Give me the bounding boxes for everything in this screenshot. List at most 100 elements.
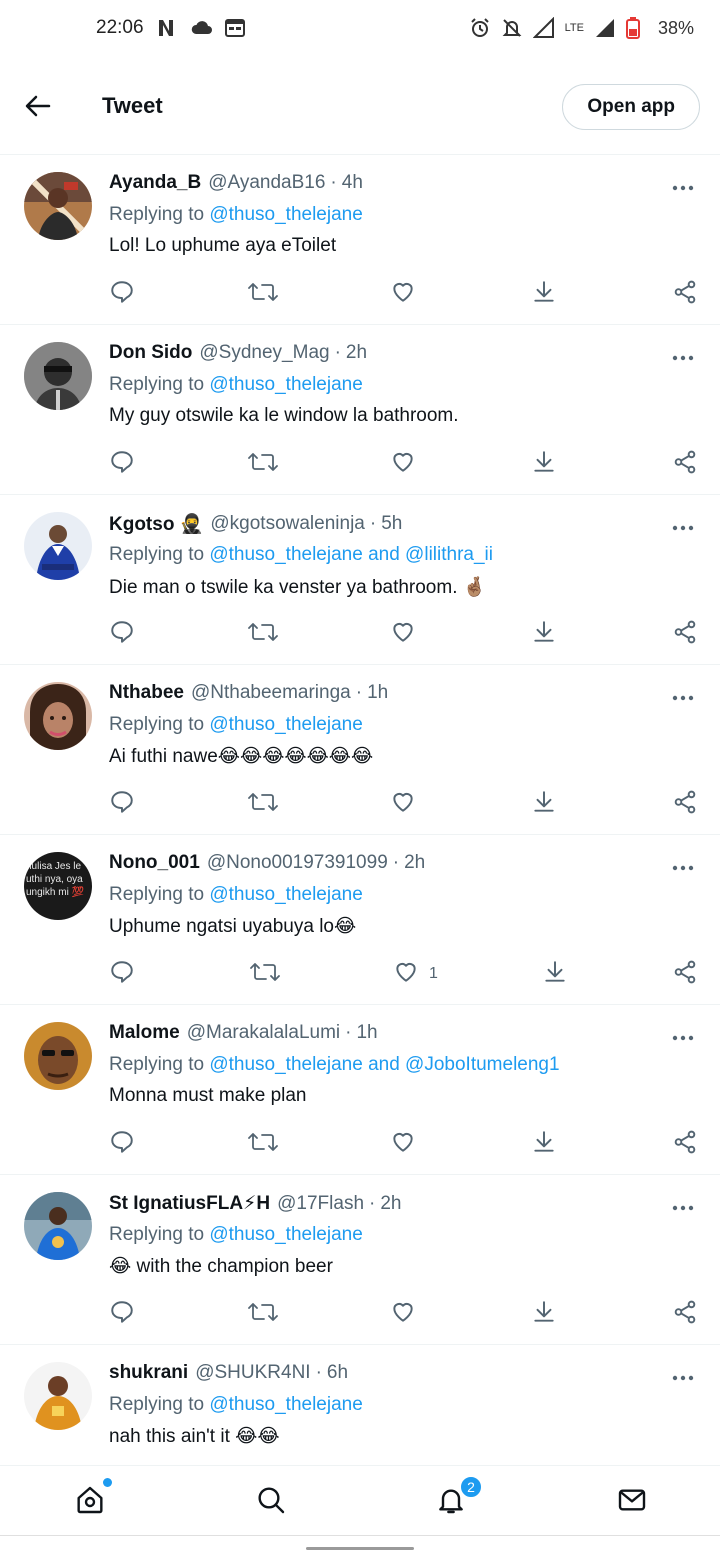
display-name[interactable]: Kgotso 🥷 [109,512,203,536]
download-button[interactable] [531,449,557,479]
like-button[interactable] [390,789,426,819]
reply-button[interactable] [109,619,135,649]
share-button[interactable] [672,789,698,819]
like-button[interactable] [390,279,426,309]
reply-tweet[interactable]: Malome @MarakalalaLumi · 1h Replying to … [0,1005,720,1175]
avatar[interactable] [24,682,92,750]
retweet-button[interactable] [248,619,278,649]
like-button[interactable] [390,449,426,479]
nav-home[interactable] [72,1478,112,1520]
timestamp[interactable]: 1h [356,1022,377,1044]
like-button[interactable]: 1 [393,959,438,989]
more-options-button[interactable] [668,175,698,199]
display-name[interactable]: St IgnatiusFLA⚡H [109,1192,270,1215]
user-handle[interactable]: @SHUKR4NI [195,1362,310,1384]
user-handle[interactable]: @17Flash [277,1193,364,1215]
reply-tweet[interactable]: Don Sido @Sydney_Mag · 2h Replying to @t… [0,325,720,495]
timestamp[interactable]: 5h [381,513,402,535]
timestamp[interactable]: 2h [404,852,425,874]
replying-to-link[interactable]: @thuso_thelejane [209,884,362,905]
retweet-button[interactable] [248,449,278,479]
reply-button[interactable] [109,1299,135,1329]
reply-button[interactable] [109,789,135,819]
share-button[interactable] [672,959,698,989]
download-button[interactable] [531,789,557,819]
timestamp[interactable]: 6h [327,1362,348,1384]
retweet-button[interactable] [248,1129,278,1159]
reply-tweet[interactable]: Kgotso 🥷 @kgotsowaleninja · 5h Replying … [0,495,720,665]
avatar[interactable]: hulisa Jes le uthi nya, oya ungikh mi 💯 [24,852,92,920]
replying-to-link[interactable]: @thuso_thelejane [209,1394,362,1415]
like-button[interactable] [390,619,426,649]
avatar[interactable] [24,172,92,240]
replying-to-link[interactable]: @thuso_thelejane [209,374,362,395]
user-handle[interactable]: @Nthabeemaringa [191,682,351,704]
timestamp[interactable]: 1h [367,682,388,704]
avatar[interactable] [24,1362,92,1430]
nav-search[interactable] [253,1484,289,1520]
user-handle[interactable]: @Nono00197391099 [207,852,388,874]
display-name[interactable]: Don Sido [109,342,192,364]
more-options-button[interactable] [668,515,698,539]
reply-button[interactable] [109,279,135,309]
timestamp[interactable]: 2h [346,342,367,364]
open-app-button[interactable]: Open app [562,84,700,130]
timestamp[interactable]: 4h [342,172,363,194]
download-button[interactable] [531,1299,557,1329]
reply-button[interactable] [109,1129,135,1159]
display-name[interactable]: Malome [109,1022,180,1044]
replying-to-link[interactable]: @thuso_thelejane and @lilithra_ii [209,544,493,565]
reply-button[interactable] [109,959,135,989]
share-button[interactable] [672,1299,698,1329]
more-options-button[interactable] [668,855,698,879]
user-handle[interactable]: @MarakalalaLumi [187,1022,340,1044]
like-button[interactable] [390,1129,426,1159]
more-options-button[interactable] [668,1365,698,1389]
share-button[interactable] [672,619,698,649]
share-button[interactable] [672,1129,698,1159]
retweet-button[interactable] [248,279,278,309]
replying-to-link[interactable]: @thuso_thelejane [209,204,362,225]
replying-to-link[interactable]: @thuso_thelejane [209,714,362,735]
download-button[interactable] [542,959,568,989]
reply-tweet[interactable]: shukrani @SHUKR4NI · 6h Replying to @thu… [0,1345,720,1465]
replying-to-link[interactable]: @thuso_thelejane and @JoboItumeleng1 [209,1054,559,1075]
reply-button[interactable] [109,449,135,479]
display-name[interactable]: Nthabee [109,682,184,704]
nav-notifications[interactable]: 2 [433,1475,483,1520]
reply-tweet[interactable]: Ayanda_B @AyandaB16 · 4h Replying to @th… [0,155,720,325]
back-button[interactable] [20,90,56,126]
nav-messages[interactable] [614,1484,650,1520]
home-gesture-handle[interactable] [306,1547,414,1550]
replying-to-link[interactable]: @thuso_thelejane [209,1224,362,1245]
reply-tweet[interactable]: St IgnatiusFLA⚡H @17Flash · 2h Replying … [0,1175,720,1345]
download-button[interactable] [531,619,557,649]
avatar[interactable] [24,512,92,580]
like-button[interactable] [390,1299,426,1329]
more-options-button[interactable] [668,685,698,709]
share-button[interactable] [672,449,698,479]
retweet-button[interactable] [248,1299,278,1329]
reply-tweet[interactable]: Nthabee @Nthabeemaringa · 1h Replying to… [0,665,720,835]
more-options-button[interactable] [668,1195,698,1219]
share-button[interactable] [672,279,698,309]
separator-dot: · [369,513,377,534]
back-arrow-icon [25,95,51,122]
retweet-button[interactable] [248,789,278,819]
display-name[interactable]: Ayanda_B [109,172,201,194]
retweet-button[interactable] [250,959,280,989]
display-name[interactable]: shukrani [109,1362,188,1384]
download-button[interactable] [531,279,557,309]
user-handle[interactable]: @kgotsowaleninja [210,513,365,535]
reply-tweet[interactable]: hulisa Jes le uthi nya, oya ungikh mi 💯 … [0,835,720,1005]
avatar[interactable] [24,1192,92,1260]
more-options-button[interactable] [668,345,698,369]
user-handle[interactable]: @Sydney_Mag [199,342,329,364]
download-button[interactable] [531,1129,557,1159]
avatar[interactable] [24,1022,92,1090]
display-name[interactable]: Nono_001 [109,852,200,874]
avatar[interactable] [24,342,92,410]
more-options-button[interactable] [668,1025,698,1049]
timestamp[interactable]: 2h [380,1193,401,1215]
user-handle[interactable]: @AyandaB16 [208,172,325,194]
